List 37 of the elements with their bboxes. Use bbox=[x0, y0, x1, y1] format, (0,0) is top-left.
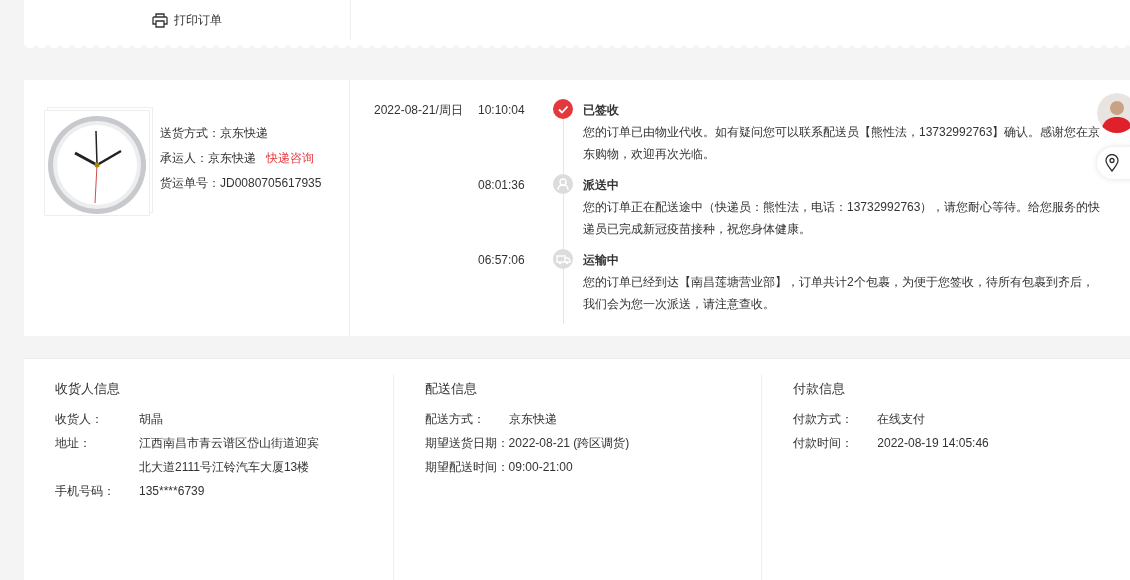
shipping-field: 货运单号：JD0080705617935 bbox=[160, 171, 322, 196]
field-label: 期望送货日期： bbox=[424, 435, 509, 452]
shipping-field: 送货方式：京东快递 bbox=[160, 121, 268, 146]
field-label: 手机号码： bbox=[55, 483, 116, 500]
field-value: 2022-08-19 14:05:46 bbox=[877, 435, 990, 452]
field-label: 配送方式： bbox=[424, 411, 486, 428]
tracking-detail: 您的订单正在配送途中（快递员：熊性法，电话：13732992763），请您耐心等待。给您服务的快递员已完成新冠疫苗接种，祝您身体健康。 bbox=[583, 199, 1102, 238]
tracking-status: 派送中 bbox=[583, 177, 620, 194]
field-value: 在线支付 bbox=[877, 411, 927, 428]
tracking-time: 10:10:04 bbox=[478, 103, 525, 117]
field-value: 09:00-21:00 bbox=[508, 459, 574, 476]
tracking-status: 运输中 bbox=[583, 252, 620, 269]
field-label: 地址： bbox=[55, 435, 92, 452]
print-order-button[interactable]: 打印订单 bbox=[148, 9, 226, 31]
tracking-status: 已签收 bbox=[583, 102, 620, 119]
tracking-time: 08:01:36 bbox=[478, 178, 525, 192]
location-pin-icon bbox=[1105, 154, 1119, 172]
tracking-date: 2022-08-21/周日 bbox=[374, 103, 463, 117]
printer-icon bbox=[152, 12, 168, 28]
field-value: 胡晶 bbox=[139, 411, 164, 428]
section-title: 配送信息 bbox=[424, 380, 478, 398]
field-value: 2022-08-21 (跨区调货) bbox=[508, 435, 631, 452]
section-title: 付款信息 bbox=[793, 380, 847, 398]
tracking-time: 06:57:06 bbox=[478, 253, 525, 267]
field-value: 江西南昌市青云谱区岱山街道迎宾北大道2111号江铃汽车大厦13楼 bbox=[139, 435, 319, 476]
field-label: 期望配送时间： bbox=[424, 459, 509, 476]
tracking-detail: 您的订单已由物业代收。如有疑问您可以联系配送员【熊性法，13732992763】确认。感谢您在京东购物，欢迎再次光临。 bbox=[583, 124, 1102, 163]
location-button[interactable] bbox=[1097, 147, 1130, 179]
section-title: 收货人信息 bbox=[55, 380, 121, 398]
field-label: 付款方式： bbox=[793, 411, 855, 428]
tracking-detail: 您的订单已经到达【南昌莲塘营业部】，订单共计2个包裹，为便于您签收，待所有包裹到齐后，我们会为您一次派送，请注意查收。 bbox=[583, 274, 1095, 313]
field-value: 135****6739 bbox=[139, 483, 206, 500]
field-value: 京东快递 bbox=[508, 411, 558, 428]
shipping-field: 承运人：京东快递 bbox=[160, 146, 256, 171]
field-label: 付款时间： bbox=[793, 435, 855, 452]
field-label: 收货人： bbox=[55, 411, 104, 428]
courier-inquiry-link[interactable]: 快递咨询 bbox=[266, 146, 314, 171]
